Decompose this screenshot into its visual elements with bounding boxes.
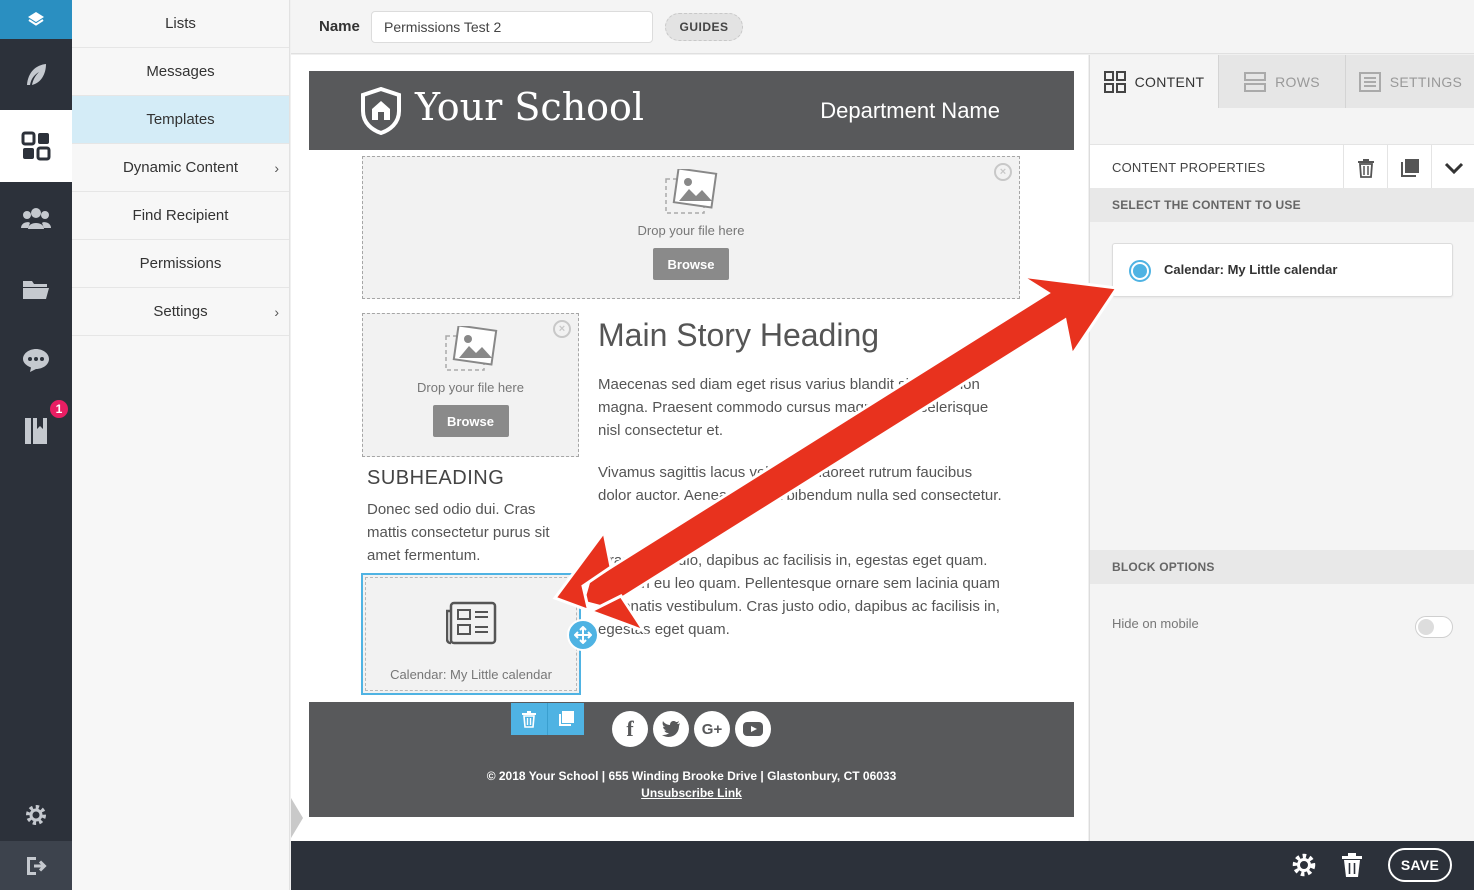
email-footer[interactable]: f G+ © 2018 Your School | 655 Winding Br… bbox=[309, 702, 1074, 817]
block-toolbar bbox=[511, 703, 584, 735]
chevron-right-icon: › bbox=[274, 303, 279, 320]
menu-item-label: Templates bbox=[146, 111, 215, 128]
menu-item-templates[interactable]: Templates bbox=[72, 96, 289, 144]
save-button[interactable]: SAVE bbox=[1388, 848, 1452, 882]
editor-top-bar: Name GUIDES bbox=[291, 0, 1474, 54]
story-paragraph-2[interactable]: Vivamus sagittis lacus vel augue laoreet… bbox=[598, 461, 1003, 507]
trash-icon[interactable] bbox=[1343, 145, 1387, 190]
chevron-right-icon: › bbox=[274, 159, 279, 176]
footer-address: © 2018 Your School | 655 Winding Brooke … bbox=[486, 769, 897, 783]
app-logo-layers-icon[interactable] bbox=[0, 0, 72, 39]
menu-item-permissions[interactable]: Permissions bbox=[72, 240, 289, 288]
tab-label: ROWS bbox=[1275, 73, 1320, 90]
school-shield-icon bbox=[361, 87, 401, 135]
trash-icon[interactable] bbox=[511, 703, 547, 735]
tab-label: CONTENT bbox=[1134, 73, 1205, 90]
main-story-heading[interactable]: Main Story Heading bbox=[598, 317, 879, 354]
template-name-input[interactable] bbox=[371, 11, 653, 43]
block-options-heading: BLOCK OPTIONS bbox=[1090, 550, 1474, 584]
google-plus-icon[interactable]: G+ bbox=[694, 711, 730, 747]
duplicate-icon[interactable] bbox=[547, 703, 583, 735]
calendar-block-label: Calendar: My Little calendar bbox=[390, 667, 552, 682]
side-menu: Lists Messages Templates Dynamic Content… bbox=[72, 0, 290, 890]
browse-button[interactable]: Browse bbox=[653, 248, 729, 280]
gear-icon[interactable] bbox=[1291, 852, 1317, 883]
logout-icon[interactable] bbox=[0, 841, 72, 890]
icon-rail: 1 bbox=[0, 0, 72, 890]
menu-item-find-recipient[interactable]: Find Recipient bbox=[72, 192, 289, 240]
name-label: Name bbox=[319, 18, 360, 35]
grid-icon bbox=[1103, 70, 1126, 93]
image-dropzone-wide[interactable]: × Drop your file here Browse bbox=[362, 156, 1020, 299]
templates-grid-icon[interactable] bbox=[0, 110, 72, 182]
settings-lines-icon bbox=[1358, 71, 1381, 92]
tab-content[interactable]: CONTENT bbox=[1090, 55, 1219, 108]
drop-file-text: Drop your file here bbox=[417, 380, 524, 395]
menu-item-label: Find Recipient bbox=[132, 207, 229, 224]
sub-paragraph[interactable]: Donec sed odio dui. Cras mattis consecte… bbox=[367, 498, 567, 567]
move-handle-icon[interactable] bbox=[567, 619, 599, 651]
close-icon[interactable]: × bbox=[994, 163, 1012, 181]
content-properties-bar: CONTENT PROPERTIES bbox=[1090, 144, 1474, 190]
content-properties-title: CONTENT PROPERTIES bbox=[1112, 160, 1266, 175]
chat-bubble-icon[interactable] bbox=[0, 332, 72, 388]
menu-item-label: Messages bbox=[146, 63, 215, 80]
menu-item-label: Settings bbox=[153, 303, 208, 320]
radio-selected[interactable] bbox=[1129, 260, 1151, 282]
school-name: Your School bbox=[415, 85, 645, 129]
department-name: Department Name bbox=[820, 98, 1000, 123]
tab-settings[interactable]: SETTINGS bbox=[1346, 55, 1474, 108]
story-paragraph-3[interactable]: Cras justo odio, dapibus ac facilisis in… bbox=[598, 549, 1003, 641]
tab-rows[interactable]: ROWS bbox=[1219, 55, 1346, 108]
menu-item-lists[interactable]: Lists bbox=[72, 0, 289, 48]
collapse-sidebar-icon[interactable] bbox=[291, 798, 305, 838]
notification-badge: 1 bbox=[48, 398, 70, 420]
email-header[interactable]: Your School Department Name bbox=[309, 71, 1074, 150]
duplicate-icon[interactable] bbox=[1387, 145, 1431, 190]
users-group-icon[interactable] bbox=[0, 190, 72, 246]
menu-item-dynamic-content[interactable]: Dynamic Content › bbox=[72, 144, 289, 192]
menu-item-settings[interactable]: Settings › bbox=[72, 288, 289, 336]
image-placeholder-icon bbox=[444, 326, 497, 371]
twitter-icon[interactable] bbox=[653, 711, 689, 747]
panel-tabs: CONTENT ROWS SETTINGS bbox=[1090, 55, 1474, 108]
image-dropzone-small[interactable]: × Drop your file here Browse bbox=[362, 313, 579, 457]
email-canvas: Your School Department Name × Drop your … bbox=[291, 55, 1088, 841]
editor-bottom-bar: SAVE bbox=[291, 841, 1474, 890]
story-paragraph-1[interactable]: Maecenas sed diam eget risus varius blan… bbox=[598, 373, 1003, 442]
select-content-heading: SELECT THE CONTENT TO USE bbox=[1090, 188, 1474, 222]
gear-icon[interactable] bbox=[0, 795, 72, 835]
image-placeholder-icon bbox=[665, 169, 718, 214]
trash-icon[interactable] bbox=[1341, 852, 1363, 883]
guides-button[interactable]: GUIDES bbox=[665, 13, 743, 41]
content-option-calendar[interactable]: Calendar: My Little calendar bbox=[1112, 243, 1453, 297]
browse-button[interactable]: Browse bbox=[432, 405, 509, 437]
subheading[interactable]: SUBHEADING bbox=[367, 467, 504, 490]
facebook-icon[interactable]: f bbox=[612, 711, 648, 747]
menu-item-messages[interactable]: Messages bbox=[72, 48, 289, 96]
rows-icon bbox=[1244, 71, 1267, 92]
chevron-down-icon[interactable] bbox=[1431, 145, 1474, 190]
calendar-content-block[interactable]: Calendar: My Little calendar bbox=[361, 573, 581, 695]
folder-icon[interactable] bbox=[0, 262, 72, 316]
content-option-label: Calendar: My Little calendar bbox=[1164, 262, 1338, 277]
hide-on-mobile-label: Hide on mobile bbox=[1112, 616, 1199, 631]
social-icons: f G+ bbox=[612, 711, 771, 747]
menu-item-label: Lists bbox=[165, 15, 196, 32]
feather-icon[interactable] bbox=[0, 44, 72, 106]
newspaper-icon bbox=[446, 601, 497, 645]
properties-panel: CONTENT ROWS SETTINGS CONTENT PROPERTIES… bbox=[1089, 55, 1474, 841]
menu-item-label: Permissions bbox=[139, 255, 222, 272]
unsubscribe-link[interactable]: Unsubscribe Link bbox=[309, 786, 1074, 800]
tab-label: SETTINGS bbox=[1389, 73, 1463, 90]
close-icon[interactable]: × bbox=[553, 320, 571, 338]
drop-file-text: Drop your file here bbox=[637, 223, 745, 238]
youtube-icon[interactable] bbox=[735, 711, 771, 747]
menu-item-label: Dynamic Content bbox=[122, 159, 239, 176]
hide-on-mobile-toggle[interactable] bbox=[1415, 616, 1453, 638]
